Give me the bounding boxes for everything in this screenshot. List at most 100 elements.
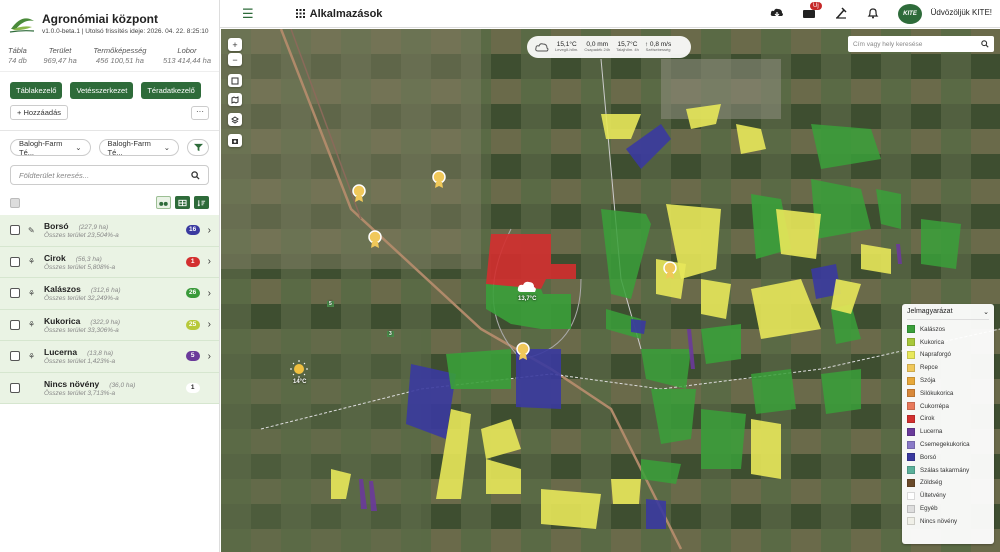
- legend-item: Szálas takarmány: [907, 464, 989, 477]
- home-icon: [231, 77, 239, 84]
- plant-icon: ⚘: [28, 257, 36, 267]
- legend-item: Zöldség: [907, 477, 989, 490]
- sidebar: Agronómiai központ v1.0.0-beta.1 | Utols…: [0, 0, 220, 552]
- chevron-right-icon[interactable]: ›: [208, 319, 211, 330]
- crop-area: (36,0 ha): [109, 381, 136, 389]
- apps-label: Alkalmazások: [309, 7, 383, 20]
- chevron-right-icon[interactable]: ›: [208, 288, 211, 299]
- chevron-right-icon[interactable]: ›: [208, 256, 211, 267]
- crop-name: Lucerna: [44, 347, 78, 358]
- count-badge: 16: [185, 225, 200, 236]
- chevron-right-icon[interactable]: ›: [208, 225, 211, 236]
- map-button[interactable]: [228, 93, 242, 106]
- row-checkbox[interactable]: [10, 382, 20, 393]
- legend-item: Kukorica: [907, 336, 989, 349]
- legend-item: Napraforgó: [907, 349, 989, 362]
- legend-item: Silókukorica: [907, 387, 989, 400]
- home-button[interactable]: [228, 74, 242, 87]
- grid-view-button[interactable]: [175, 196, 190, 209]
- road-label: 5: [327, 301, 334, 307]
- crop-area: (312,6 ha): [90, 287, 121, 295]
- layers-button[interactable]: [228, 113, 242, 126]
- stats-bar: Tábla 74 db Terület 969,47 ha Termőképessé…: [0, 42, 219, 72]
- legend-item: Egyéb: [907, 502, 989, 515]
- air-temp: 15,1°C Levegő-hőm.: [555, 41, 579, 53]
- tablakezelo-button[interactable]: Táblakezelő: [10, 82, 63, 99]
- vetesszerkezet-button[interactable]: Vetésszerkezet: [70, 82, 134, 99]
- brand-logo: [9, 18, 35, 33]
- action-buttons: Táblakezelő Vetésszerkezet Téradatkezelő: [0, 72, 219, 99]
- satellite-map[interactable]: [221, 29, 1000, 552]
- map-legend: Jelmagyarázat ⌄ Kalászos Kukorica Naprafo…: [902, 304, 994, 544]
- crop-percent: Összes terület 32,249%-a: [44, 295, 119, 303]
- chevron-down-icon[interactable]: ⌄: [983, 308, 989, 316]
- legend-item: Lucerna: [907, 425, 989, 438]
- teradatkezelo-button[interactable]: Téradatkezelő: [141, 82, 201, 99]
- count-badge: 1: [185, 382, 200, 393]
- select-all-checkbox[interactable]: [10, 197, 20, 208]
- legend-item: Kalászos: [907, 323, 989, 336]
- legend-header[interactable]: Jelmagyarázat ⌄: [907, 308, 989, 320]
- stat-lobor: Lobor 513 414,44 ha: [163, 46, 211, 65]
- apps-menu[interactable]: Alkalmazások: [295, 7, 383, 20]
- grid-icon: [295, 9, 305, 18]
- binoculars-icon: [159, 201, 168, 206]
- chevron-down-icon: ⌄: [163, 143, 170, 152]
- sort-icon: [197, 199, 206, 206]
- map-icon: [231, 95, 239, 104]
- zoom-in-button[interactable]: +: [228, 38, 242, 51]
- stat-terulet: Terület 969,47 ha: [43, 46, 77, 65]
- add-button[interactable]: + Hozzáadás: [10, 105, 68, 120]
- chevron-right-icon[interactable]: ›: [208, 351, 211, 362]
- map-view[interactable]: 13,7°C 14°C 5 3 + − 15,1°C Levegő-hőm. 0,…: [221, 29, 1000, 552]
- tool-icon[interactable]: [834, 6, 848, 20]
- more-button[interactable]: ···: [191, 105, 209, 120]
- legend-item: Nincs növény: [907, 515, 989, 528]
- chevron-down-icon: ⌄: [75, 143, 82, 152]
- crop-name: Kalászos: [44, 284, 81, 295]
- zoom-out-button[interactable]: −: [228, 53, 242, 66]
- list-item[interactable]: ⚘ Cirok (56,3 ha) Összes terület 5,808%-a…: [0, 246, 219, 278]
- hamburger-menu-icon[interactable]: ☰: [242, 6, 254, 22]
- row-checkbox[interactable]: [10, 225, 20, 236]
- precipitation: 0,0 mm Csapadék 24h: [584, 41, 611, 53]
- list-item[interactable]: ⚘ Lucerna (13,8 ha) Összes terület 1,423%…: [0, 341, 219, 373]
- cloud-download-icon[interactable]: [770, 6, 784, 20]
- list-item[interactable]: Nincs növény (36,0 ha) Összes terület 3,7…: [0, 372, 219, 404]
- road-label: 3: [387, 331, 394, 337]
- row-checkbox[interactable]: [10, 351, 20, 362]
- row-checkbox[interactable]: [10, 288, 20, 299]
- table-icon: [178, 199, 187, 206]
- filter-icon: [193, 143, 203, 152]
- crop-percent: Összes terület 33,306%-a: [44, 326, 119, 334]
- crop-area: (13,8 ha): [87, 350, 114, 358]
- crop-name: Borsó: [44, 221, 69, 232]
- secondary-buttons: + Hozzáadás ···: [0, 99, 219, 120]
- crop-percent: Összes terület 1,423%-a: [44, 358, 116, 366]
- list-item[interactable]: ⚘ Kalászos (312,6 ha) Összes terület 32,2…: [0, 278, 219, 310]
- farm-select-2[interactable]: Balogh-Farm Té... ⌄: [98, 139, 179, 157]
- map-view-button[interactable]: [156, 196, 171, 209]
- list-item[interactable]: ⚘ Kukorica (322,9 ha) Összes terület 33,3…: [0, 309, 219, 341]
- sort-button[interactable]: [194, 196, 209, 209]
- top-icons: Új: [770, 2, 880, 20]
- corn-icon: ⚘: [28, 320, 36, 330]
- search-icon: [191, 170, 200, 180]
- field-search-input[interactable]: Földterület keresés...: [10, 165, 209, 185]
- row-checkbox[interactable]: [10, 319, 20, 330]
- crop-area: (227,9 ha): [78, 224, 109, 232]
- bell-icon[interactable]: [866, 6, 880, 20]
- farm-select-1[interactable]: Balogh-Farm Té... ⌄: [10, 139, 91, 157]
- inbox-icon[interactable]: Új: [802, 2, 822, 20]
- crop-list: ✎ Borsó (227,9 ha) Összes terület 23,504%…: [0, 215, 219, 404]
- cloud-icon: [535, 43, 549, 52]
- alfalfa-icon: ⚘: [28, 351, 36, 361]
- wheat-icon: ⚘: [28, 288, 36, 298]
- row-checkbox[interactable]: [10, 256, 20, 267]
- filter-button[interactable]: [187, 139, 209, 156]
- crop-name: Nincs növény: [44, 378, 100, 389]
- map-search-input[interactable]: Cím vagy hely keresése: [848, 36, 994, 52]
- list-item[interactable]: ✎ Borsó (227,9 ha) Összes terület 23,504%…: [0, 215, 219, 247]
- camera-button[interactable]: [228, 134, 242, 147]
- new-badge: Új: [810, 2, 822, 10]
